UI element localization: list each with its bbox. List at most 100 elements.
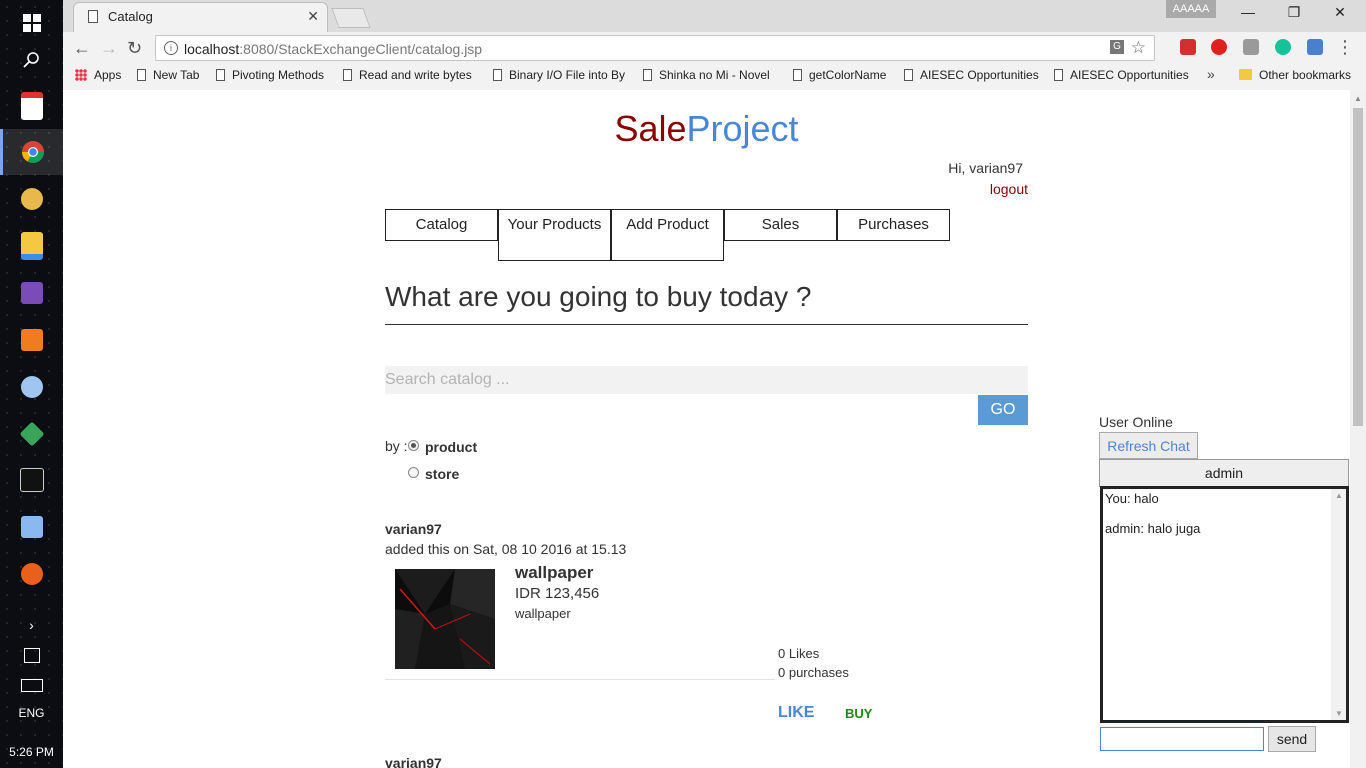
page-icon (493, 69, 502, 81)
minimize-icon[interactable]: — (1233, 4, 1263, 20)
search-icon[interactable] (0, 37, 63, 83)
filter-label: by : (385, 438, 408, 454)
chat-scrollbar[interactable]: ▲ ▼ (1331, 489, 1346, 720)
bookmark-item[interactable]: getColorName (793, 68, 886, 82)
bookmarks-overflow-button[interactable]: » (1207, 66, 1215, 82)
search-catalog-input[interactable] (385, 366, 1028, 394)
page-icon (904, 69, 913, 81)
like-button[interactable]: LIKE (778, 704, 814, 722)
action-center-icon[interactable] (0, 640, 63, 670)
close-window-icon[interactable]: ✕ (1325, 4, 1355, 21)
bookmark-item[interactable]: Read and write bytes (343, 68, 472, 82)
product-price: IDR 123,456 (515, 585, 600, 602)
tab-strip: Catalog ✕ AAAAA — ❐ ✕ (63, 0, 1366, 32)
opera-extension-icon[interactable] (1211, 39, 1227, 55)
bookmark-item[interactable]: Pivoting Methods (216, 68, 324, 82)
page-icon (643, 69, 652, 81)
reload-icon[interactable]: ↻ (127, 38, 142, 59)
address-bar[interactable]: i localhost:8080/StackExchangeClient/cat… (155, 35, 1155, 61)
paint-icon[interactable] (0, 364, 63, 410)
bookmark-label: Binary I/O File into By (509, 68, 626, 82)
user-online-label: User Online (1099, 414, 1173, 430)
other-bookmarks-folder[interactable]: Other bookmarks (1239, 68, 1351, 82)
tab-purchases[interactable]: Purchases (837, 209, 950, 241)
folder-icon (1239, 69, 1252, 80)
divider (385, 324, 1028, 325)
tab-title: Catalog (108, 9, 153, 24)
extension-icon[interactable] (1307, 39, 1323, 55)
bookmark-label: New Tab (153, 68, 200, 82)
grammarly-icon[interactable] (1275, 39, 1291, 55)
xampp-icon[interactable] (0, 317, 63, 363)
store-radio[interactable] (408, 467, 419, 478)
tab-your-products[interactable]: Your Products (498, 209, 611, 261)
browser-tab[interactable]: Catalog ✕ (73, 2, 328, 32)
bookmark-item[interactable]: Binary I/O File into By (493, 68, 625, 82)
go-button[interactable]: GO (978, 395, 1028, 425)
bookmark-label: Other bookmarks (1259, 68, 1352, 82)
new-tab-button[interactable] (331, 8, 371, 28)
bookmark-label: Pivoting Methods (232, 68, 325, 82)
language-indicator[interactable]: ENG (0, 706, 63, 720)
chat-messages[interactable]: You: halo admin: halo juga ▲ ▼ (1100, 486, 1349, 723)
forward-arrow-icon[interactable]: → (100, 38, 118, 59)
post-date: added this on Sat, 08 10 2016 at 15.13 (385, 541, 627, 557)
file-explorer-icon[interactable] (0, 223, 63, 269)
bookmarks-bar: Apps New Tab Pivoting Methods Read and w… (63, 62, 1366, 89)
firefox-icon[interactable] (0, 551, 63, 597)
scroll-up-arrow-icon[interactable]: ▲ (1354, 94, 1362, 103)
keyboard-icon[interactable] (0, 670, 63, 700)
close-tab-icon[interactable]: ✕ (307, 8, 319, 25)
extension-icon[interactable] (1243, 39, 1259, 55)
apps-grid-icon (75, 69, 87, 81)
url-host: localhost (184, 41, 240, 57)
bookmark-apps[interactable]: Apps (75, 68, 121, 82)
tab-add-product[interactable]: Add Product (611, 209, 724, 261)
info-icon[interactable]: i (164, 41, 178, 55)
bookmark-item[interactable]: AIESEC Opportunities (904, 68, 1039, 82)
product-image[interactable] (395, 569, 495, 669)
page-icon (216, 69, 225, 81)
product-radio[interactable] (408, 440, 419, 451)
app-icon[interactable] (0, 176, 63, 222)
page-scrollbar[interactable]: ▲ (1350, 90, 1366, 768)
profile-badge[interactable]: AAAAA (1166, 0, 1216, 18)
restore-icon[interactable]: ❐ (1279, 4, 1309, 21)
post-username[interactable]: varian97 (385, 521, 442, 537)
product-radio-label[interactable]: product (425, 439, 477, 455)
show-hidden-icons-icon[interactable]: › (0, 610, 63, 640)
refresh-chat-button[interactable]: Refresh Chat (1099, 432, 1198, 459)
translate-icon[interactable]: G (1110, 40, 1124, 54)
likes-count: 0 Likes (778, 646, 820, 661)
logout-link[interactable]: logout (990, 181, 1028, 197)
calendar-app-icon[interactable] (0, 83, 63, 129)
back-arrow-icon[interactable]: ← (73, 38, 91, 59)
clock[interactable]: 5:26 PM (0, 745, 63, 759)
send-button[interactable]: send (1268, 726, 1316, 752)
git-icon[interactable] (0, 411, 63, 457)
visual-studio-icon[interactable] (0, 270, 63, 316)
tab-sales[interactable]: Sales (724, 209, 837, 241)
chat-message-input[interactable] (1100, 727, 1264, 751)
bookmark-star-icon[interactable]: ☆ (1131, 38, 1146, 58)
post-username[interactable]: varian97 (385, 755, 442, 768)
chat-message: You: halo (1105, 491, 1159, 506)
chat-user-item[interactable]: admin (1099, 459, 1349, 487)
page-icon (793, 69, 802, 81)
tab-catalog[interactable]: Catalog (385, 209, 498, 241)
buy-button[interactable]: BUY (845, 706, 872, 721)
virtualbox-icon[interactable] (0, 504, 63, 550)
bookmark-item[interactable]: AIESEC Opportunities (1054, 68, 1189, 82)
scroll-down-arrow-icon[interactable]: ▼ (1335, 709, 1343, 718)
browser-menu-icon[interactable]: ⋮ (1336, 37, 1354, 58)
store-radio-label[interactable]: store (425, 466, 459, 482)
url-text[interactable]: localhost:8080/StackExchangeClient/catal… (184, 41, 482, 57)
chrome-icon[interactable] (0, 129, 63, 175)
scrollbar-thumb[interactable] (1353, 108, 1363, 426)
terminal-icon[interactable] (0, 457, 63, 503)
extension-icon[interactable] (1180, 39, 1196, 55)
bookmark-item[interactable]: New Tab (137, 68, 199, 82)
product-name[interactable]: wallpaper (515, 563, 593, 583)
scroll-up-arrow-icon[interactable]: ▲ (1335, 491, 1343, 500)
bookmark-item[interactable]: Shinka no Mi - Novel (643, 68, 770, 82)
